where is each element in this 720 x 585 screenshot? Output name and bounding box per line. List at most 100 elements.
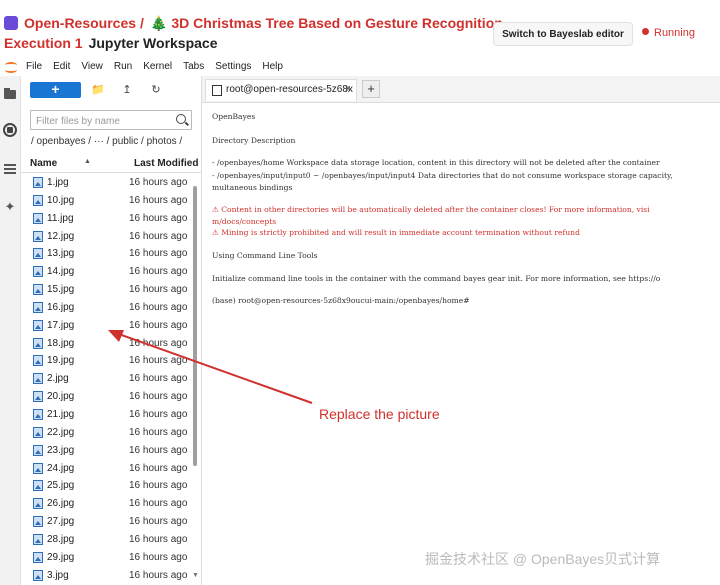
list-item[interactable]: 27.jpg 16 hours ago xyxy=(21,513,193,531)
main-tab-bar: root@open-resources-5z68x × + xyxy=(202,76,720,103)
tab-terminal[interactable]: root@open-resources-5z68x × xyxy=(205,79,357,101)
scroll-down-arrow-icon[interactable]: ▼ xyxy=(192,572,199,579)
menu-help[interactable]: Help xyxy=(262,61,283,72)
new-launcher-button[interactable]: + xyxy=(30,82,81,98)
list-item[interactable]: 15.jpg 16 hours ago xyxy=(21,281,193,299)
tree-icon: 🎄 xyxy=(149,15,168,31)
list-item[interactable]: 17.jpg 16 hours ago xyxy=(21,317,193,335)
workspace-label: Jupyter Workspace xyxy=(88,35,218,51)
new-folder-icon[interactable]: 📁 xyxy=(91,83,105,97)
list-item[interactable]: 12.jpg 16 hours ago xyxy=(21,228,193,246)
search-icon[interactable] xyxy=(176,114,186,124)
file-modified: 16 hours ago xyxy=(129,373,188,385)
add-tab-button[interactable]: + xyxy=(362,80,380,98)
list-item[interactable]: 24.jpg 16 hours ago xyxy=(21,460,193,478)
list-item[interactable]: 13.jpg 16 hours ago xyxy=(21,245,193,263)
table-of-contents-icon[interactable] xyxy=(3,162,17,176)
file-list-scrollbar[interactable] xyxy=(193,186,197,466)
refresh-icon[interactable]: ↻ xyxy=(149,83,163,97)
close-icon[interactable]: × xyxy=(345,83,351,95)
menu-tabs[interactable]: Tabs xyxy=(183,61,204,72)
file-modified: 16 hours ago xyxy=(129,516,188,528)
file-name: 26.jpg xyxy=(47,498,75,510)
terminal-warning-line: ⚠ Mining is strictly prohibited and will… xyxy=(212,228,580,237)
file-name: 10.jpg xyxy=(47,194,75,206)
list-item[interactable]: 3.jpg 16 hours ago xyxy=(21,567,193,585)
breadcrumb-path[interactable]: / openbayes / ··· / public / photos / xyxy=(31,136,182,147)
search-input[interactable] xyxy=(31,113,166,130)
list-item[interactable]: 23.jpg 16 hours ago xyxy=(21,442,193,460)
list-item[interactable]: 22.jpg 16 hours ago xyxy=(21,424,193,442)
file-modified: 16 hours ago xyxy=(129,569,188,581)
top-header: Open-Resources / 🎄 3D Christmas Tree Based … xyxy=(0,0,720,56)
image-file-icon xyxy=(33,391,43,403)
file-modified: 16 hours ago xyxy=(129,177,188,188)
menu-file[interactable]: File xyxy=(26,61,42,72)
jupyter-logo-icon xyxy=(4,59,18,73)
folder-icon[interactable] xyxy=(3,87,17,101)
terminal-line: OpenBayes xyxy=(212,112,256,121)
image-file-icon xyxy=(33,319,43,331)
column-name-header[interactable]: Name xyxy=(30,158,57,169)
project-link[interactable]: Open-Resources xyxy=(24,15,136,31)
image-file-icon xyxy=(33,230,43,242)
file-browser: + 📁 ↥ ↻ / openbayes / ··· / public / pho… xyxy=(21,76,202,585)
menu-view[interactable]: View xyxy=(81,61,103,72)
switch-editor-button[interactable]: Switch to Bayeslab editor xyxy=(493,22,633,46)
terminal-line: Initialize command line tools in the con… xyxy=(212,274,661,283)
file-modified: 16 hours ago xyxy=(129,194,188,206)
file-modified: 16 hours ago xyxy=(129,533,188,545)
tab-terminal-label: root@open-resources-5z68x xyxy=(226,84,353,95)
menu-run[interactable]: Run xyxy=(114,61,132,72)
file-modified: 16 hours ago xyxy=(129,230,188,242)
menu-bar: File Edit View Run Kernel Tabs Settings … xyxy=(0,56,720,76)
list-item[interactable]: 10.jpg 16 hours ago xyxy=(21,192,193,210)
file-name: 23.jpg xyxy=(47,444,75,456)
file-list-header: Name ▲ Last Modified xyxy=(21,156,201,173)
list-item[interactable]: 28.jpg 16 hours ago xyxy=(21,531,193,549)
file-name: 25.jpg xyxy=(47,480,75,492)
terminal-warning-line: ⚠ Content in other directories will be a… xyxy=(212,205,650,214)
status-badge: Running xyxy=(642,27,695,39)
terminal-output[interactable]: OpenBayes Directory Description - /openb… xyxy=(212,110,720,580)
list-item[interactable]: 20.jpg 16 hours ago xyxy=(21,388,193,406)
execution-label[interactable]: Execution 1 xyxy=(4,35,83,51)
upload-icon[interactable]: ↥ xyxy=(120,83,134,97)
image-file-icon xyxy=(33,194,43,206)
file-modified: 16 hours ago xyxy=(129,444,188,456)
list-item[interactable]: 11.jpg 16 hours ago xyxy=(21,210,193,228)
list-item[interactable]: 2.jpg 16 hours ago xyxy=(21,370,193,388)
sort-ascending-icon[interactable]: ▲ xyxy=(84,158,91,165)
file-modified: 16 hours ago xyxy=(129,284,188,296)
file-modified: 16 hours ago xyxy=(129,462,188,474)
file-modified: 16 hours ago xyxy=(129,551,188,563)
image-file-icon xyxy=(33,301,43,313)
file-modified: 16 hours ago xyxy=(129,266,188,278)
menu-kernel[interactable]: Kernel xyxy=(143,61,172,72)
list-item[interactable]: 16.jpg 16 hours ago xyxy=(21,299,193,317)
list-item[interactable]: 21.jpg 16 hours ago xyxy=(21,406,193,424)
running-sessions-icon[interactable] xyxy=(3,123,17,137)
execution-line: Execution 1 Jupyter Workspace xyxy=(4,35,218,51)
column-modified-header[interactable]: Last Modified xyxy=(134,158,198,169)
file-modified: 16 hours ago xyxy=(129,248,188,260)
file-name: 17.jpg xyxy=(47,319,75,331)
image-file-icon xyxy=(33,337,43,349)
breadcrumb-separator: / xyxy=(140,15,144,31)
file-name: 13.jpg xyxy=(47,248,75,260)
list-item[interactable]: 26.jpg 16 hours ago xyxy=(21,495,193,513)
menu-settings[interactable]: Settings xyxy=(215,61,251,72)
list-item[interactable]: 18.jpg 16 hours ago xyxy=(21,335,193,353)
menu-edit[interactable]: Edit xyxy=(53,61,70,72)
file-name: 21.jpg xyxy=(47,408,75,420)
list-item[interactable]: 1.jpg 16 hours ago xyxy=(21,174,193,192)
list-item[interactable]: 19.jpg 16 hours ago xyxy=(21,352,193,370)
terminal-line: multaneous bindings xyxy=(212,183,293,192)
file-filter xyxy=(30,110,192,130)
file-modified: 16 hours ago xyxy=(129,301,188,313)
list-item[interactable]: 29.jpg 16 hours ago xyxy=(21,549,193,567)
list-item[interactable]: 14.jpg 16 hours ago xyxy=(21,263,193,281)
list-item[interactable]: 25.jpg 16 hours ago xyxy=(21,477,193,495)
puzzle-icon[interactable]: ✦ xyxy=(3,200,17,214)
terminal-warning-line: m/docs/concepts xyxy=(212,217,277,226)
